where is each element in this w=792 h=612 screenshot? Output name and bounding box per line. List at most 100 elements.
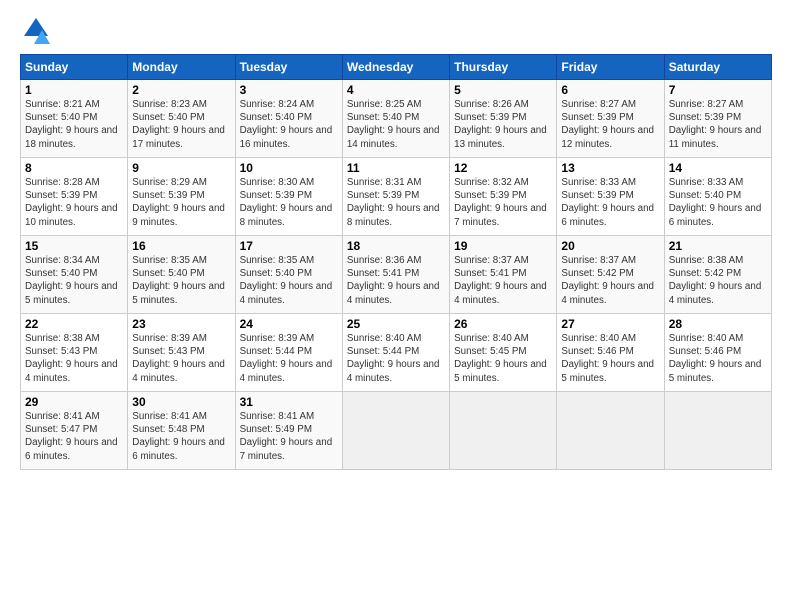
day-cell: [664, 392, 771, 470]
day-info: Sunrise: 8:39 AM Sunset: 5:43 PM Dayligh…: [132, 332, 230, 385]
day-info: Sunrise: 8:32 AM Sunset: 5:39 PM Dayligh…: [454, 176, 552, 229]
day-info: Sunrise: 8:41 AM Sunset: 5:49 PM Dayligh…: [240, 410, 338, 463]
day-cell: 29Sunrise: 8:41 AM Sunset: 5:47 PM Dayli…: [21, 392, 128, 470]
day-cell: 24Sunrise: 8:39 AM Sunset: 5:44 PM Dayli…: [235, 314, 342, 392]
weekday-header-wednesday: Wednesday: [342, 55, 449, 80]
day-info: Sunrise: 8:28 AM Sunset: 5:39 PM Dayligh…: [25, 176, 123, 229]
day-cell: [557, 392, 664, 470]
weekday-header-saturday: Saturday: [664, 55, 771, 80]
day-cell: 4Sunrise: 8:25 AM Sunset: 5:40 PM Daylig…: [342, 80, 449, 158]
day-number: 6: [561, 83, 659, 97]
day-number: 23: [132, 317, 230, 331]
day-cell: 16Sunrise: 8:35 AM Sunset: 5:40 PM Dayli…: [128, 236, 235, 314]
day-number: 29: [25, 395, 123, 409]
day-number: 4: [347, 83, 445, 97]
day-number: 24: [240, 317, 338, 331]
day-info: Sunrise: 8:24 AM Sunset: 5:40 PM Dayligh…: [240, 98, 338, 151]
day-cell: [450, 392, 557, 470]
day-number: 20: [561, 239, 659, 253]
day-number: 21: [669, 239, 767, 253]
day-number: 16: [132, 239, 230, 253]
day-number: 26: [454, 317, 552, 331]
day-number: 14: [669, 161, 767, 175]
day-cell: 3Sunrise: 8:24 AM Sunset: 5:40 PM Daylig…: [235, 80, 342, 158]
weekday-header-tuesday: Tuesday: [235, 55, 342, 80]
calendar: SundayMondayTuesdayWednesdayThursdayFrid…: [20, 54, 772, 470]
weekday-header-friday: Friday: [557, 55, 664, 80]
page: SundayMondayTuesdayWednesdayThursdayFrid…: [0, 0, 792, 612]
day-cell: 23Sunrise: 8:39 AM Sunset: 5:43 PM Dayli…: [128, 314, 235, 392]
day-info: Sunrise: 8:31 AM Sunset: 5:39 PM Dayligh…: [347, 176, 445, 229]
weekday-header-thursday: Thursday: [450, 55, 557, 80]
day-cell: 19Sunrise: 8:37 AM Sunset: 5:41 PM Dayli…: [450, 236, 557, 314]
day-cell: 18Sunrise: 8:36 AM Sunset: 5:41 PM Dayli…: [342, 236, 449, 314]
day-cell: 22Sunrise: 8:38 AM Sunset: 5:43 PM Dayli…: [21, 314, 128, 392]
day-info: Sunrise: 8:30 AM Sunset: 5:39 PM Dayligh…: [240, 176, 338, 229]
day-cell: 14Sunrise: 8:33 AM Sunset: 5:40 PM Dayli…: [664, 158, 771, 236]
day-info: Sunrise: 8:23 AM Sunset: 5:40 PM Dayligh…: [132, 98, 230, 151]
day-info: Sunrise: 8:35 AM Sunset: 5:40 PM Dayligh…: [132, 254, 230, 307]
day-cell: 26Sunrise: 8:40 AM Sunset: 5:45 PM Dayli…: [450, 314, 557, 392]
day-number: 13: [561, 161, 659, 175]
day-info: Sunrise: 8:36 AM Sunset: 5:41 PM Dayligh…: [347, 254, 445, 307]
week-row-2: 8Sunrise: 8:28 AM Sunset: 5:39 PM Daylig…: [21, 158, 772, 236]
day-info: Sunrise: 8:41 AM Sunset: 5:48 PM Dayligh…: [132, 410, 230, 463]
day-cell: 10Sunrise: 8:30 AM Sunset: 5:39 PM Dayli…: [235, 158, 342, 236]
day-cell: [342, 392, 449, 470]
day-cell: 5Sunrise: 8:26 AM Sunset: 5:39 PM Daylig…: [450, 80, 557, 158]
day-cell: 28Sunrise: 8:40 AM Sunset: 5:46 PM Dayli…: [664, 314, 771, 392]
day-info: Sunrise: 8:21 AM Sunset: 5:40 PM Dayligh…: [25, 98, 123, 151]
day-cell: 2Sunrise: 8:23 AM Sunset: 5:40 PM Daylig…: [128, 80, 235, 158]
day-cell: 1Sunrise: 8:21 AM Sunset: 5:40 PM Daylig…: [21, 80, 128, 158]
day-cell: 15Sunrise: 8:34 AM Sunset: 5:40 PM Dayli…: [21, 236, 128, 314]
day-info: Sunrise: 8:38 AM Sunset: 5:42 PM Dayligh…: [669, 254, 767, 307]
day-cell: 11Sunrise: 8:31 AM Sunset: 5:39 PM Dayli…: [342, 158, 449, 236]
week-row-4: 22Sunrise: 8:38 AM Sunset: 5:43 PM Dayli…: [21, 314, 772, 392]
weekday-row: SundayMondayTuesdayWednesdayThursdayFrid…: [21, 55, 772, 80]
day-cell: 27Sunrise: 8:40 AM Sunset: 5:46 PM Dayli…: [557, 314, 664, 392]
day-number: 3: [240, 83, 338, 97]
day-info: Sunrise: 8:39 AM Sunset: 5:44 PM Dayligh…: [240, 332, 338, 385]
day-number: 28: [669, 317, 767, 331]
day-cell: 17Sunrise: 8:35 AM Sunset: 5:40 PM Dayli…: [235, 236, 342, 314]
day-cell: 20Sunrise: 8:37 AM Sunset: 5:42 PM Dayli…: [557, 236, 664, 314]
day-number: 1: [25, 83, 123, 97]
weekday-header-sunday: Sunday: [21, 55, 128, 80]
day-info: Sunrise: 8:35 AM Sunset: 5:40 PM Dayligh…: [240, 254, 338, 307]
day-info: Sunrise: 8:27 AM Sunset: 5:39 PM Dayligh…: [561, 98, 659, 151]
day-cell: 9Sunrise: 8:29 AM Sunset: 5:39 PM Daylig…: [128, 158, 235, 236]
week-row-3: 15Sunrise: 8:34 AM Sunset: 5:40 PM Dayli…: [21, 236, 772, 314]
day-number: 31: [240, 395, 338, 409]
day-info: Sunrise: 8:40 AM Sunset: 5:46 PM Dayligh…: [561, 332, 659, 385]
calendar-body: 1Sunrise: 8:21 AM Sunset: 5:40 PM Daylig…: [21, 80, 772, 470]
calendar-header: SundayMondayTuesdayWednesdayThursdayFrid…: [21, 55, 772, 80]
header: [20, 16, 772, 44]
day-number: 10: [240, 161, 338, 175]
week-row-1: 1Sunrise: 8:21 AM Sunset: 5:40 PM Daylig…: [21, 80, 772, 158]
day-number: 5: [454, 83, 552, 97]
logo: [20, 16, 50, 44]
day-cell: 30Sunrise: 8:41 AM Sunset: 5:48 PM Dayli…: [128, 392, 235, 470]
day-number: 2: [132, 83, 230, 97]
day-number: 7: [669, 83, 767, 97]
day-info: Sunrise: 8:33 AM Sunset: 5:40 PM Dayligh…: [669, 176, 767, 229]
logo-icon: [22, 16, 50, 44]
day-info: Sunrise: 8:25 AM Sunset: 5:40 PM Dayligh…: [347, 98, 445, 151]
day-number: 25: [347, 317, 445, 331]
day-number: 17: [240, 239, 338, 253]
day-cell: 21Sunrise: 8:38 AM Sunset: 5:42 PM Dayli…: [664, 236, 771, 314]
day-info: Sunrise: 8:33 AM Sunset: 5:39 PM Dayligh…: [561, 176, 659, 229]
day-info: Sunrise: 8:37 AM Sunset: 5:41 PM Dayligh…: [454, 254, 552, 307]
day-number: 18: [347, 239, 445, 253]
weekday-header-monday: Monday: [128, 55, 235, 80]
day-number: 15: [25, 239, 123, 253]
day-info: Sunrise: 8:34 AM Sunset: 5:40 PM Dayligh…: [25, 254, 123, 307]
day-info: Sunrise: 8:27 AM Sunset: 5:39 PM Dayligh…: [669, 98, 767, 151]
day-number: 19: [454, 239, 552, 253]
day-number: 11: [347, 161, 445, 175]
week-row-5: 29Sunrise: 8:41 AM Sunset: 5:47 PM Dayli…: [21, 392, 772, 470]
day-number: 9: [132, 161, 230, 175]
day-info: Sunrise: 8:29 AM Sunset: 5:39 PM Dayligh…: [132, 176, 230, 229]
day-number: 30: [132, 395, 230, 409]
day-number: 8: [25, 161, 123, 175]
